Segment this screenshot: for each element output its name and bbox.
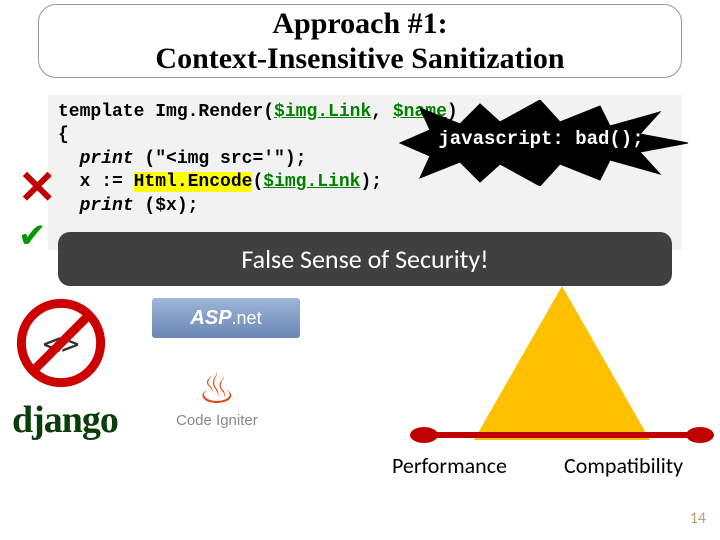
code-param: $img.Link: [263, 172, 360, 192]
django-logo: django: [12, 398, 118, 442]
code-keyword: print: [58, 149, 144, 169]
callout-text: javascript: bad();: [410, 118, 672, 150]
code-highlight: Html.Encode: [134, 172, 253, 192]
warning-triangle-icon: [474, 286, 650, 440]
x-mark-icon: ✕: [18, 160, 57, 214]
callout-explosion: javascript: bad();: [410, 118, 672, 168]
code-keyword: print: [58, 196, 144, 216]
slide-title-box: Approach #1: Context-Insensitive Sanitiz…: [38, 4, 682, 78]
code-text: x :=: [58, 172, 134, 192]
code-text: template Img.Render(: [58, 102, 274, 122]
compatibility-label: Compatibility: [564, 452, 683, 479]
triangle-base-line: [424, 432, 700, 438]
triangle-dot-right-icon: [686, 427, 714, 443]
code-param: $img.Link: [274, 102, 371, 122]
code-text: ($x);: [144, 196, 198, 216]
title-line-2: Context-Insensitive Sanitization: [39, 42, 681, 77]
no-tags-icon: <>: [16, 298, 106, 388]
check-mark-icon: ✔: [18, 216, 47, 256]
title-line-1: Approach #1:: [39, 7, 681, 42]
performance-label: Performance: [392, 452, 507, 479]
net-text: .net: [232, 308, 262, 328]
asp-text: ASP: [190, 307, 231, 329]
code-text: );: [360, 172, 392, 192]
django-text: django: [12, 399, 118, 441]
code-text: (: [252, 172, 263, 192]
codeigniter-text: Code Igniter: [176, 412, 258, 429]
code-line-5: print ($x);: [58, 195, 672, 218]
code-text: ("<img src='");: [144, 149, 306, 169]
triangle-dot-left-icon: [410, 427, 438, 443]
codeigniter-logo: ♨ Code Igniter: [176, 372, 258, 429]
page-number: 14: [690, 509, 706, 528]
flame-icon: ♨: [176, 372, 258, 410]
aspnet-logo: ASP.net: [152, 298, 300, 338]
warning-banner: False Sense of Security!: [58, 232, 672, 286]
